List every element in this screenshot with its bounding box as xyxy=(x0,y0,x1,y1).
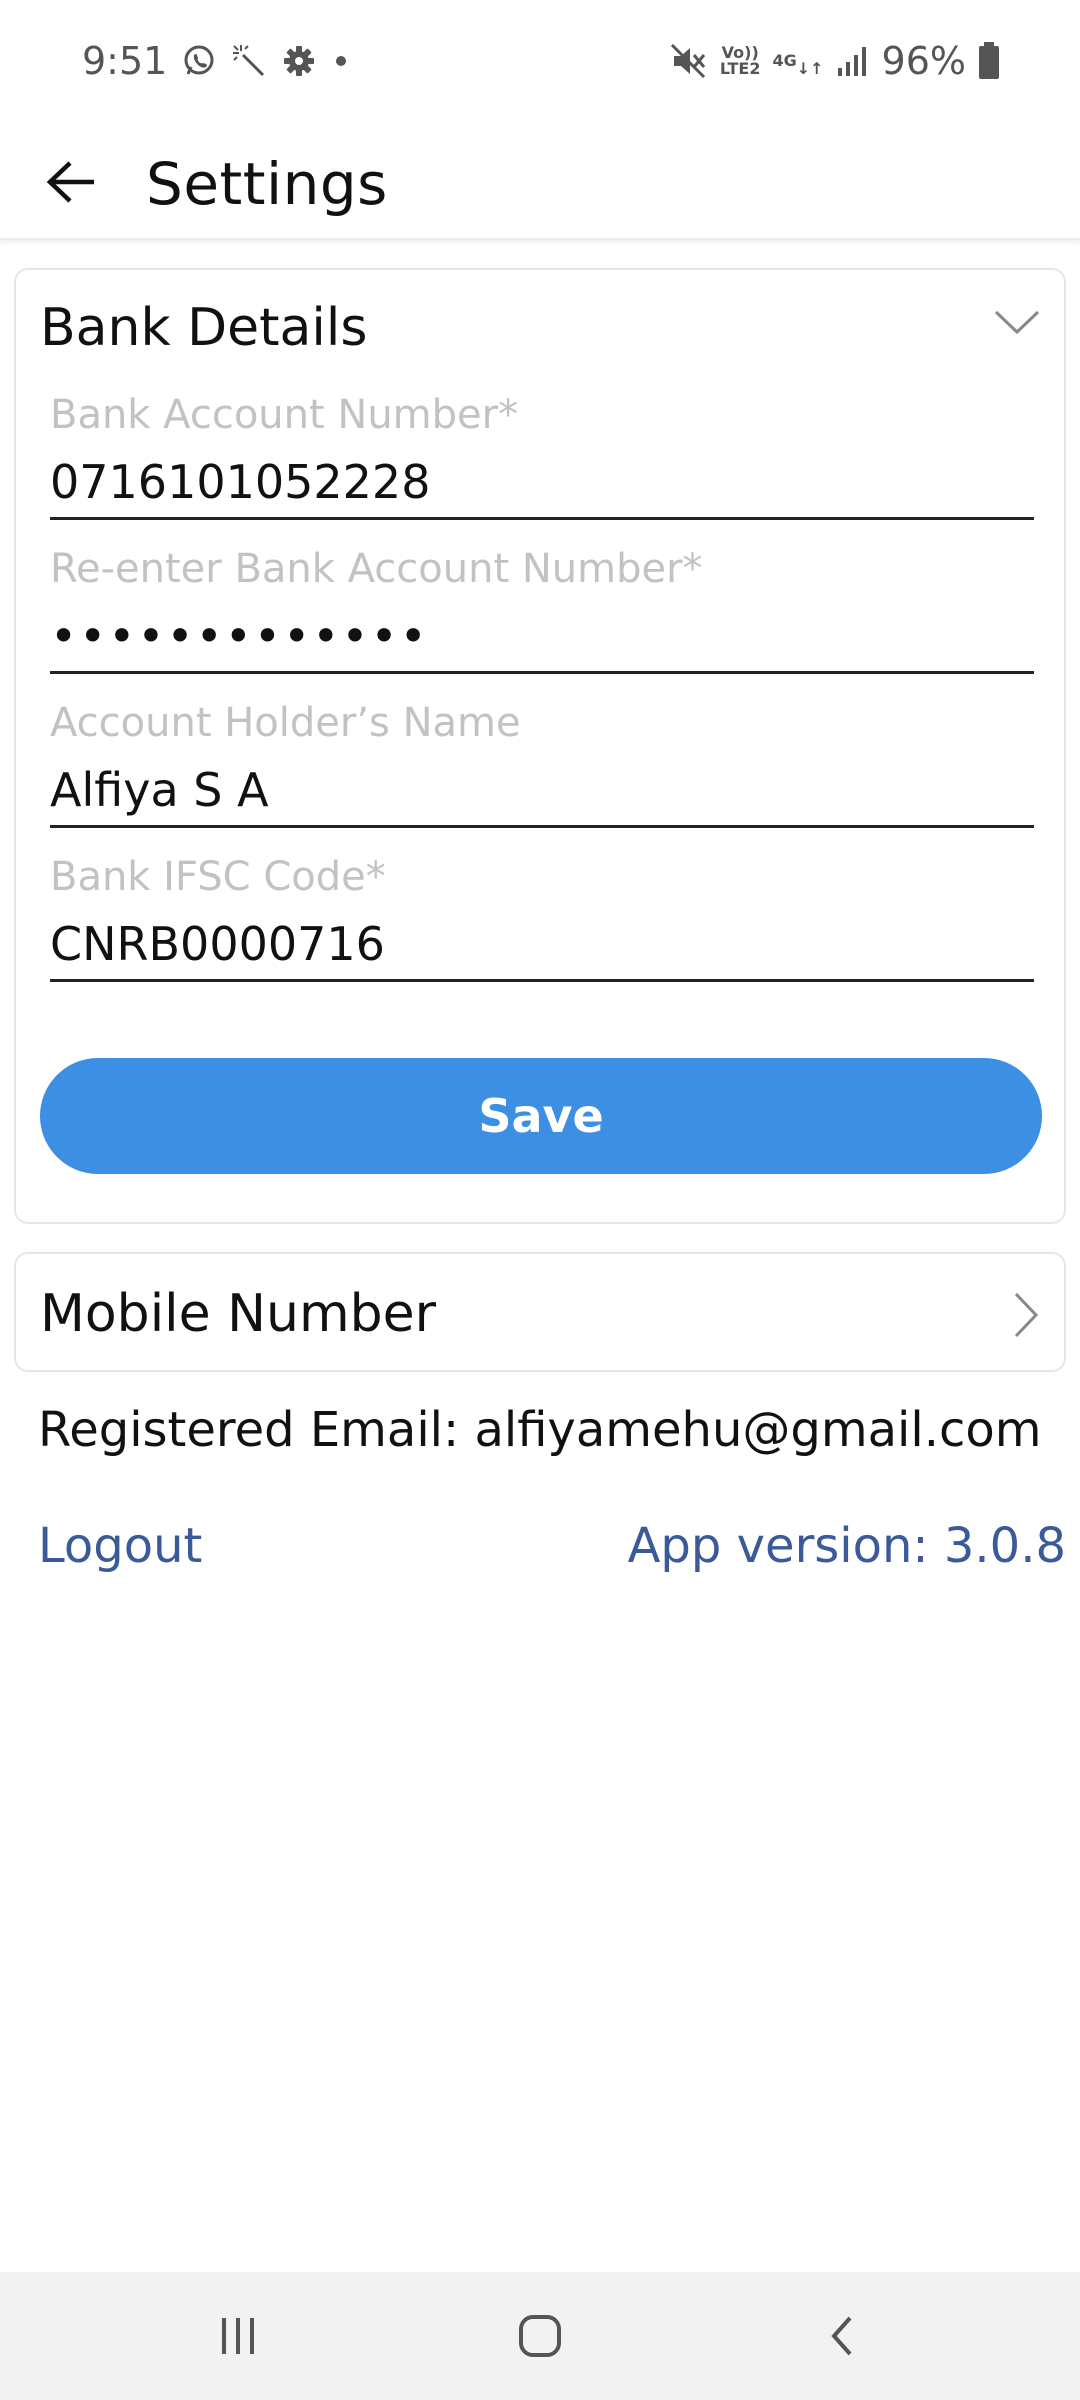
account-number-label: Bank Account Number* xyxy=(50,392,519,438)
system-nav-bar xyxy=(0,2272,1080,2400)
status-bar-left: 9:51 xyxy=(82,36,351,86)
battery-icon xyxy=(978,42,1000,80)
recent-apps-icon xyxy=(222,2318,254,2354)
mute-icon xyxy=(668,41,708,81)
status-bar: 9:51 Vo)) LTE2 4G ↓↑ 96% xyxy=(0,0,1080,120)
chevron-down-icon[interactable] xyxy=(992,304,1042,340)
status-bar-right: Vo)) LTE2 4G ↓↑ 96% xyxy=(668,36,1000,86)
registered-email-label: Registered Email: xyxy=(38,1402,460,1458)
app-header: Settings xyxy=(0,120,1080,240)
signal-icon xyxy=(836,44,870,78)
reenter-account-number-label: Re-enter Bank Account Number* xyxy=(50,546,703,592)
registered-email: Registered Email: alfiyamehu@gmail.com xyxy=(38,1402,1041,1458)
bank-details-title[interactable]: Bank Details xyxy=(40,298,367,358)
registered-email-value: alfiyamehu@gmail.com xyxy=(474,1402,1042,1458)
magic-wand-icon xyxy=(231,43,267,79)
account-holder-name-label: Account Holder’s Name xyxy=(50,700,521,746)
ifsc-code-input[interactable] xyxy=(50,908,1034,982)
bank-details-card: Bank Details Bank Account Number* Re-ent… xyxy=(14,268,1066,1224)
battery-percentage: 96% xyxy=(881,39,966,83)
account-holder-name-input[interactable] xyxy=(50,754,1034,828)
app-version: App version: 3.0.8 xyxy=(627,1518,1066,1574)
arrow-left-icon xyxy=(46,161,94,203)
settings-gear-icon xyxy=(281,43,317,79)
page-title: Settings xyxy=(146,150,388,218)
whatsapp-icon xyxy=(181,43,217,79)
ifsc-code-label: Bank IFSC Code* xyxy=(50,854,386,900)
ifsc-code-field: Bank IFSC Code* xyxy=(50,854,1034,1008)
chevron-right-icon xyxy=(1014,1292,1039,1338)
network-label: 4G xyxy=(772,51,797,70)
4g-data-icon: 4G ↓↑ xyxy=(772,51,824,78)
home-button[interactable] xyxy=(500,2302,580,2370)
mobile-number-row[interactable]: Mobile Number xyxy=(14,1252,1066,1372)
volte-icon: Vo)) LTE2 xyxy=(719,43,761,78)
back-icon xyxy=(831,2316,852,2356)
logout-link[interactable]: Logout xyxy=(38,1518,202,1574)
status-time: 9:51 xyxy=(82,39,168,83)
account-holder-name-field: Account Holder’s Name xyxy=(50,700,1034,854)
dot-icon xyxy=(331,51,351,71)
reenter-account-number-input[interactable] xyxy=(50,600,1034,674)
recent-apps-button[interactable] xyxy=(198,2302,278,2370)
reenter-account-number-field: Re-enter Bank Account Number* xyxy=(50,546,1034,700)
save-button[interactable]: Save xyxy=(40,1058,1042,1174)
back-button[interactable] xyxy=(36,146,108,218)
account-number-field: Bank Account Number* xyxy=(50,392,1034,546)
mobile-number-title: Mobile Number xyxy=(40,1284,436,1344)
system-back-button[interactable] xyxy=(802,2302,882,2370)
account-number-input[interactable] xyxy=(50,446,1034,520)
home-icon xyxy=(519,2315,561,2357)
